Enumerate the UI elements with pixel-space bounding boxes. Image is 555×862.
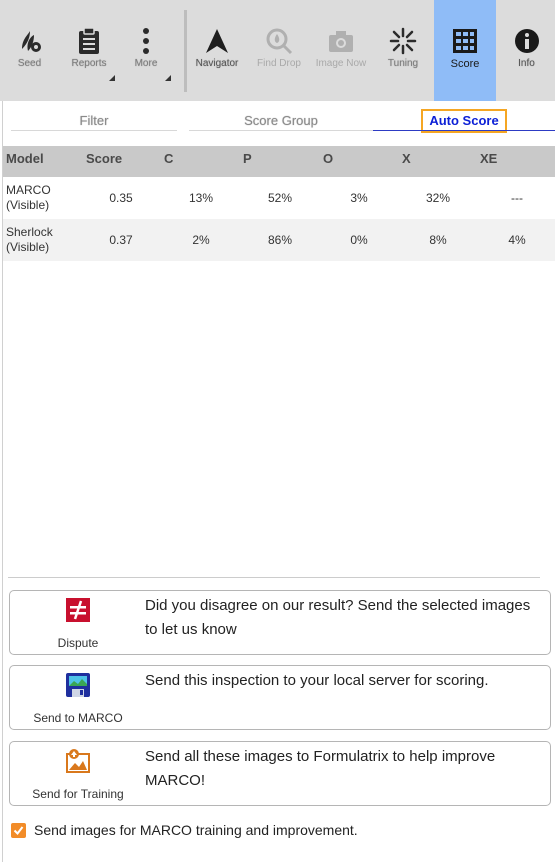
col-c: C bbox=[164, 151, 174, 166]
tuning-label: Tuning bbox=[387, 58, 419, 69]
more-label: More bbox=[134, 58, 158, 69]
send-to-marco-label: Send to MARCO bbox=[33, 711, 123, 725]
send-to-marco-card[interactable]: Send to MARCO Send this inspection to yo… bbox=[9, 665, 551, 730]
training-opt-in-label: Send images for MARCO training and impro… bbox=[34, 822, 358, 838]
model-name: MARCO (Visible) bbox=[6, 177, 76, 219]
training-opt-in-checkbox[interactable] bbox=[11, 822, 26, 838]
score-button[interactable]: Score bbox=[434, 0, 496, 101]
clipboard-icon bbox=[74, 26, 104, 56]
seed-label: Seed bbox=[17, 58, 42, 69]
p-value: 86% bbox=[267, 233, 293, 247]
seed-button[interactable]: Seed bbox=[2, 0, 57, 101]
xe-value: --- bbox=[511, 191, 523, 205]
o-value: 3% bbox=[350, 191, 368, 205]
tab-score-group[interactable]: Score Group bbox=[189, 107, 373, 131]
xe-value: 4% bbox=[508, 233, 526, 247]
dispute-not-equal-icon bbox=[10, 595, 146, 625]
table-row[interactable]: Sherlock (Visible) 0.37 2% 86% 0% 8% 4% bbox=[3, 219, 555, 261]
table-row[interactable]: MARCO (Visible) 0.35 13% 52% 3% 32% --- bbox=[3, 177, 555, 219]
toolbar: Seed Reports More Navigator Find Drop Im… bbox=[0, 0, 555, 101]
tab-auto-score[interactable]: Auto Score bbox=[373, 107, 555, 133]
more-menu-indicator bbox=[165, 75, 171, 81]
info-icon bbox=[512, 26, 542, 56]
model-name-line: MARCO bbox=[6, 183, 51, 197]
c-value: 2% bbox=[192, 233, 210, 247]
model-name: Sherlock (Visible) bbox=[6, 219, 76, 261]
model-variant-line: (Visible) bbox=[6, 198, 50, 212]
reports-button[interactable]: Reports bbox=[60, 0, 118, 101]
toolbar-separator bbox=[184, 10, 187, 92]
model-name-line: Sherlock bbox=[6, 225, 53, 239]
find-drop-label: Find Drop bbox=[257, 58, 301, 69]
image-now-label: Image Now bbox=[315, 58, 367, 69]
seed-icon bbox=[15, 26, 45, 56]
camera-icon bbox=[326, 26, 356, 56]
navigator-arrow-icon bbox=[202, 26, 232, 56]
checkmark-icon bbox=[13, 825, 24, 835]
image-upload-icon bbox=[10, 746, 146, 776]
find-drop-button[interactable]: Find Drop bbox=[250, 0, 308, 101]
reports-menu-indicator bbox=[109, 75, 115, 81]
x-value: 32% bbox=[425, 191, 451, 205]
score-value: 0.37 bbox=[109, 233, 133, 247]
find-drop-icon bbox=[264, 26, 294, 56]
col-xe: XE bbox=[480, 151, 498, 166]
send-for-training-description: Send all these images to Formulatrix to … bbox=[145, 748, 496, 789]
col-model: Model bbox=[6, 151, 44, 166]
dispute-button-label: Dispute bbox=[57, 636, 99, 650]
info-label: Info bbox=[518, 58, 535, 69]
score-table-header: Model Score C P O X XE bbox=[3, 146, 555, 177]
reports-label: Reports bbox=[71, 58, 107, 69]
score-value: 0.35 bbox=[109, 191, 133, 205]
vertical-dots-icon bbox=[131, 26, 161, 56]
more-button[interactable]: More bbox=[118, 0, 174, 101]
x-value: 8% bbox=[429, 233, 447, 247]
section-divider bbox=[8, 577, 540, 578]
model-variant-line: (Visible) bbox=[6, 240, 50, 254]
navigator-label: Navigator bbox=[195, 58, 239, 69]
send-to-marco-description: Send this inspection to your local serve… bbox=[145, 672, 489, 689]
tab-auto-score-label: Auto Score bbox=[421, 109, 507, 133]
c-value: 13% bbox=[188, 191, 214, 205]
dispute-card[interactable]: Dispute Did you disagree on our result? … bbox=[9, 590, 551, 655]
score-grid-icon bbox=[450, 26, 480, 56]
score-tabs: Filter Score Group Auto Score bbox=[3, 107, 555, 133]
image-now-button[interactable]: Image Now bbox=[309, 0, 373, 101]
score-label: Score bbox=[450, 58, 480, 70]
floppy-disk-icon bbox=[10, 670, 146, 700]
col-x: X bbox=[402, 151, 411, 166]
col-score: Score bbox=[86, 151, 123, 166]
dispute-description: Did you disagree on our result? Send the… bbox=[145, 597, 531, 638]
navigator-button[interactable]: Navigator bbox=[189, 0, 245, 101]
p-value: 52% bbox=[267, 191, 293, 205]
training-opt-in[interactable]: Send images for MARCO training and impro… bbox=[11, 820, 358, 840]
tuning-burst-icon bbox=[388, 26, 418, 56]
col-o: O bbox=[323, 151, 334, 166]
info-button[interactable]: Info bbox=[498, 0, 555, 101]
tuning-button[interactable]: Tuning bbox=[374, 0, 432, 101]
tab-filter[interactable]: Filter bbox=[11, 107, 177, 131]
send-for-training-card[interactable]: Send for Training Send all these images … bbox=[9, 741, 551, 806]
col-p: P bbox=[243, 151, 252, 166]
o-value: 0% bbox=[350, 233, 368, 247]
send-for-training-label: Send for Training bbox=[32, 787, 124, 801]
